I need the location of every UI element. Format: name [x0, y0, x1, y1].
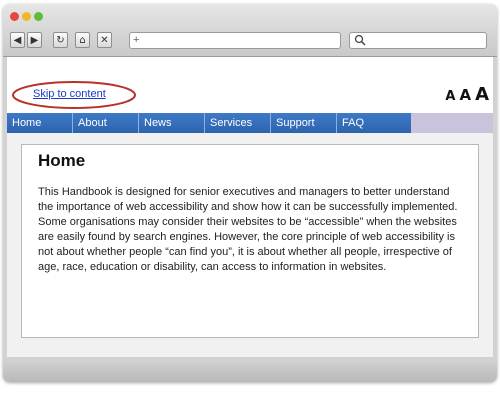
text-size-small-button[interactable]: A: [445, 89, 455, 104]
search-input[interactable]: [349, 32, 487, 49]
content-area: Home This Handbook is designed for senio…: [7, 133, 493, 357]
forward-arrow-icon: ▶: [30, 35, 39, 46]
search-icon: [354, 34, 366, 46]
back-button[interactable]: ◀: [10, 32, 25, 48]
minimize-window-button[interactable]: [22, 12, 31, 21]
browser-window: ◀ ▶ ↻ ⌂ ✕ + Skip to content A A A Home A…: [3, 4, 497, 382]
page-title: Home: [38, 151, 86, 170]
close-window-button[interactable]: [10, 12, 19, 21]
highlight-oval: [12, 81, 136, 109]
plus-icon: +: [133, 34, 140, 46]
forward-button[interactable]: ▶: [27, 32, 42, 48]
back-arrow-icon: ◀: [13, 35, 22, 46]
home-button[interactable]: ⌂: [75, 32, 90, 48]
close-icon: ✕: [100, 35, 109, 46]
text-size-controls: A A A: [445, 84, 489, 105]
menu-item-faq[interactable]: FAQ: [337, 113, 411, 133]
menu-item-home[interactable]: Home: [7, 113, 73, 133]
stop-button[interactable]: ✕: [97, 32, 112, 48]
reload-button[interactable]: ↻: [53, 32, 68, 48]
main-menu: Home About News Services Support FAQ: [7, 113, 493, 133]
content-panel: Home This Handbook is designed for senio…: [21, 144, 479, 338]
home-icon: ⌂: [79, 35, 86, 46]
menu-item-services[interactable]: Services: [205, 113, 271, 133]
menu-item-support[interactable]: Support: [271, 113, 337, 133]
address-bar[interactable]: +: [129, 32, 341, 49]
browser-toolbar: ◀ ▶ ↻ ⌂ ✕ +: [3, 4, 497, 57]
web-page: Skip to content A A A Home About News Se…: [7, 57, 493, 357]
menu-item-about[interactable]: About: [73, 113, 139, 133]
content-paragraph: This Handbook is designed for senior exe…: [38, 186, 458, 273]
text-size-large-button[interactable]: A: [475, 84, 489, 105]
maximize-window-button[interactable]: [34, 12, 43, 21]
status-bar: [3, 362, 497, 382]
text-size-medium-button[interactable]: A: [459, 86, 471, 104]
menu-item-news[interactable]: News: [139, 113, 205, 133]
reload-icon: ↻: [56, 35, 65, 46]
